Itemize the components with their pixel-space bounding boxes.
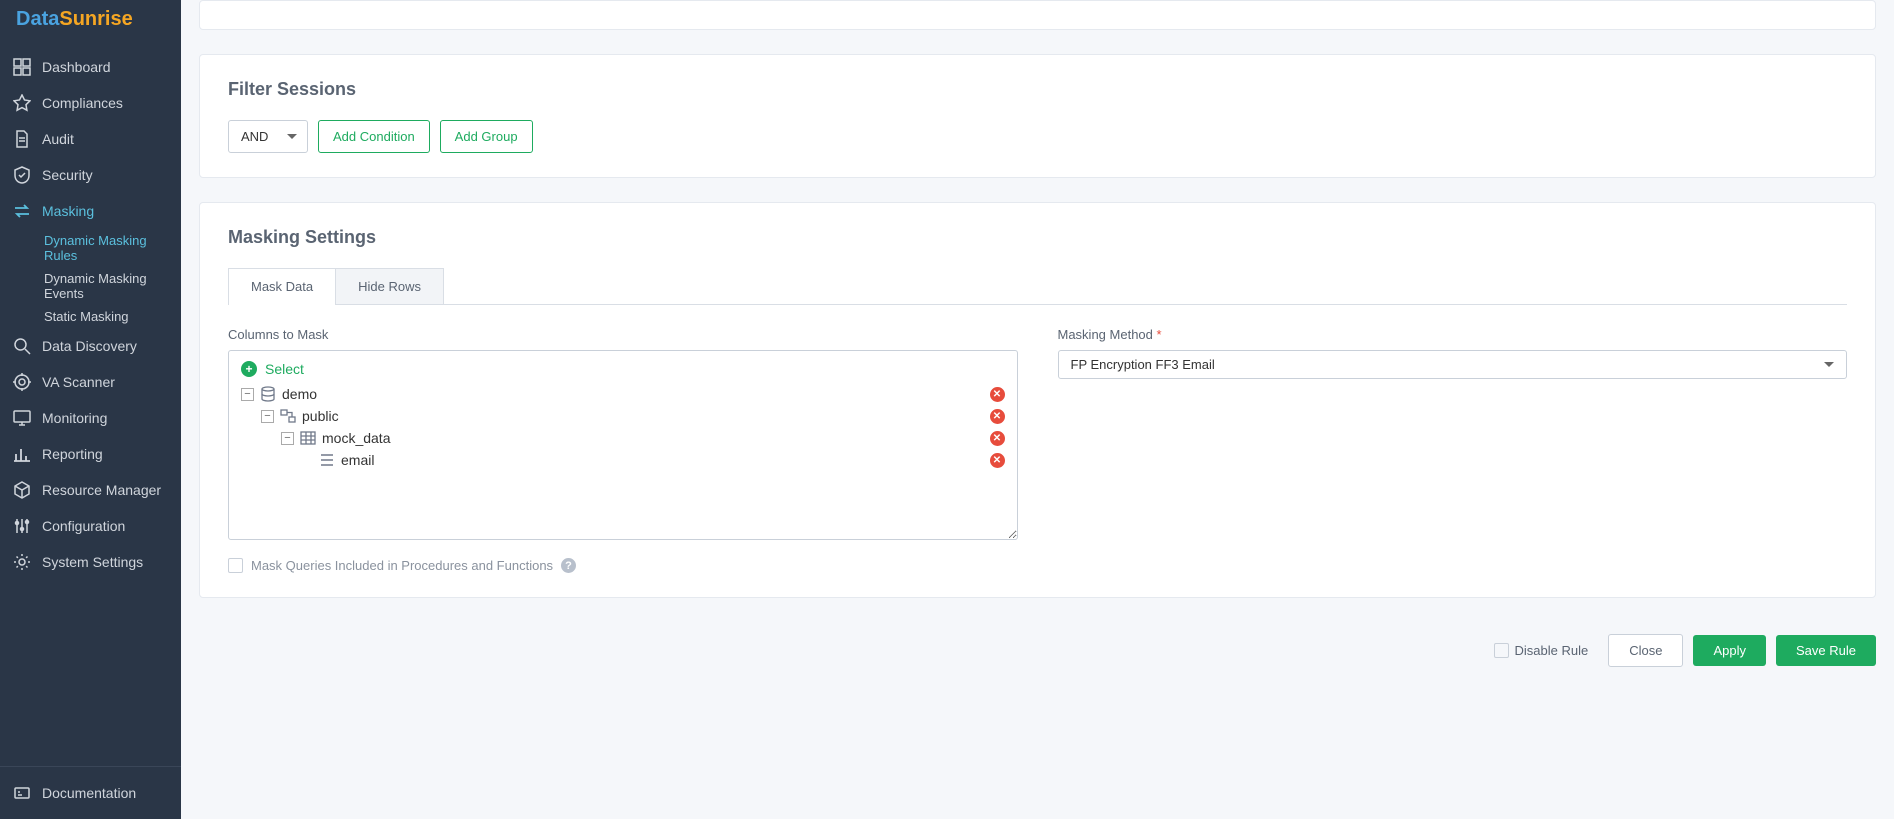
search-icon — [12, 336, 32, 356]
collapse-toggle[interactable]: − — [281, 432, 294, 445]
top-card — [199, 0, 1876, 30]
sub-item-dynamic-events[interactable]: Dynamic Masking Events — [44, 267, 181, 305]
table-icon — [300, 430, 316, 446]
sidebar-item-label: Resource Manager — [42, 482, 161, 498]
sidebar-item-label: Audit — [42, 131, 74, 147]
star-icon — [12, 93, 32, 113]
target-icon — [12, 372, 32, 392]
columns-tree: + Select − demo ✕ — [228, 350, 1018, 540]
mask-queries-label: Mask Queries Included in Procedures and … — [251, 558, 553, 573]
apply-button[interactable]: Apply — [1693, 635, 1766, 666]
gear-icon — [12, 552, 32, 572]
tree-node-db: − demo ✕ — [241, 383, 1005, 405]
delete-button[interactable]: ✕ — [990, 387, 1005, 402]
tree-node-label: demo — [282, 386, 317, 402]
filter-sessions-title: Filter Sessions — [228, 79, 1847, 100]
tree-node-label: mock_data — [322, 430, 390, 446]
masking-sub-items: Dynamic Masking Rules Dynamic Masking Ev… — [0, 229, 181, 328]
sidebar-item-reporting[interactable]: Reporting — [0, 436, 181, 472]
sidebar-item-masking[interactable]: Masking — [0, 193, 181, 229]
add-group-button[interactable]: Add Group — [440, 120, 533, 153]
doc-icon — [12, 783, 32, 803]
sliders-icon — [12, 516, 32, 536]
logo: DataSunrise — [0, 0, 181, 41]
database-icon — [260, 386, 276, 402]
tree-node-schema: − public ✕ — [241, 405, 1005, 427]
sidebar-item-system-settings[interactable]: System Settings — [0, 544, 181, 580]
footer-actions: Disable Rule Close Apply Save Rule — [187, 622, 1888, 667]
tree-node-table: − mock_data ✕ — [241, 427, 1005, 449]
sidebar-item-data-discovery[interactable]: Data Discovery — [0, 328, 181, 364]
sidebar-item-label: Security — [42, 167, 93, 183]
disable-rule-label: Disable Rule — [1515, 643, 1589, 658]
filter-sessions-card: Filter Sessions AND Add Condition Add Gr… — [199, 54, 1876, 178]
masking-method-value: FP Encryption FF3 Email — [1071, 357, 1215, 372]
tree-node-label: email — [341, 452, 374, 468]
sidebar-item-label: System Settings — [42, 554, 143, 570]
sidebar-item-label: Monitoring — [42, 410, 107, 426]
document-icon — [12, 129, 32, 149]
sidebar-item-va-scanner[interactable]: VA Scanner — [0, 364, 181, 400]
close-button[interactable]: Close — [1608, 634, 1683, 667]
plus-icon: + — [241, 361, 257, 377]
delete-button[interactable]: ✕ — [990, 409, 1005, 424]
schema-icon — [280, 408, 296, 424]
help-icon[interactable]: ? — [561, 558, 576, 573]
tree-node-label: public — [302, 408, 339, 424]
bars-icon — [12, 444, 32, 464]
main-content: Filter Sessions AND Add Condition Add Gr… — [181, 0, 1894, 819]
delete-button[interactable]: ✕ — [990, 431, 1005, 446]
sidebar-item-resource-manager[interactable]: Resource Manager — [0, 472, 181, 508]
sidebar-item-compliances[interactable]: Compliances — [0, 85, 181, 121]
operator-select[interactable]: AND — [228, 120, 308, 153]
add-condition-button[interactable]: Add Condition — [318, 120, 430, 153]
sidebar-item-label: Masking — [42, 203, 94, 219]
sidebar-item-label: VA Scanner — [42, 374, 115, 390]
sidebar-item-label: Dashboard — [42, 59, 111, 75]
sidebar: DataSunrise Dashboard Compliances Audit — [0, 0, 181, 819]
sidebar-item-label: Compliances — [42, 95, 123, 111]
sidebar-item-configuration[interactable]: Configuration — [0, 508, 181, 544]
columns-to-mask-label: Columns to Mask — [228, 327, 1018, 342]
masking-method-select[interactable]: FP Encryption FF3 Email — [1058, 350, 1848, 379]
sub-item-static-masking[interactable]: Static Masking — [44, 305, 181, 328]
sidebar-item-dashboard[interactable]: Dashboard — [0, 49, 181, 85]
tab-mask-data[interactable]: Mask Data — [228, 268, 336, 304]
tab-hide-rows[interactable]: Hide Rows — [335, 268, 444, 304]
shield-icon — [12, 165, 32, 185]
collapse-toggle[interactable]: − — [241, 388, 254, 401]
disable-rule-checkbox[interactable] — [1494, 643, 1509, 658]
sidebar-item-label: Documentation — [42, 785, 136, 801]
sub-item-dynamic-rules[interactable]: Dynamic Masking Rules — [44, 229, 181, 267]
sidebar-item-label: Data Discovery — [42, 338, 137, 354]
mask-queries-checkbox[interactable] — [228, 558, 243, 573]
tree-node-column: email ✕ — [241, 449, 1005, 471]
sidebar-item-label: Configuration — [42, 518, 125, 534]
mask-queries-row: Mask Queries Included in Procedures and … — [228, 558, 1018, 573]
cube-icon — [12, 480, 32, 500]
sidebar-item-documentation[interactable]: Documentation — [0, 775, 181, 811]
sidebar-item-security[interactable]: Security — [0, 157, 181, 193]
delete-button[interactable]: ✕ — [990, 453, 1005, 468]
swap-icon — [12, 201, 32, 221]
masking-settings-title: Masking Settings — [228, 227, 1847, 248]
select-label: Select — [265, 361, 304, 377]
masking-method-label: Masking Method * — [1058, 327, 1848, 342]
nav: Dashboard Compliances Audit Security — [0, 41, 181, 766]
masking-tabs: Mask Data Hide Rows — [228, 268, 1847, 305]
nav-footer: Documentation — [0, 766, 181, 819]
sidebar-item-monitoring[interactable]: Monitoring — [0, 400, 181, 436]
masking-settings-card: Masking Settings Mask Data Hide Rows Col… — [199, 202, 1876, 598]
dashboard-icon — [12, 57, 32, 77]
monitor-icon — [12, 408, 32, 428]
operator-value: AND — [241, 129, 268, 144]
sidebar-item-audit[interactable]: Audit — [0, 121, 181, 157]
sidebar-item-label: Reporting — [42, 446, 103, 462]
select-link[interactable]: + Select — [241, 361, 1005, 377]
column-icon — [319, 452, 335, 468]
collapse-toggle[interactable]: − — [261, 410, 274, 423]
save-rule-button[interactable]: Save Rule — [1776, 635, 1876, 666]
